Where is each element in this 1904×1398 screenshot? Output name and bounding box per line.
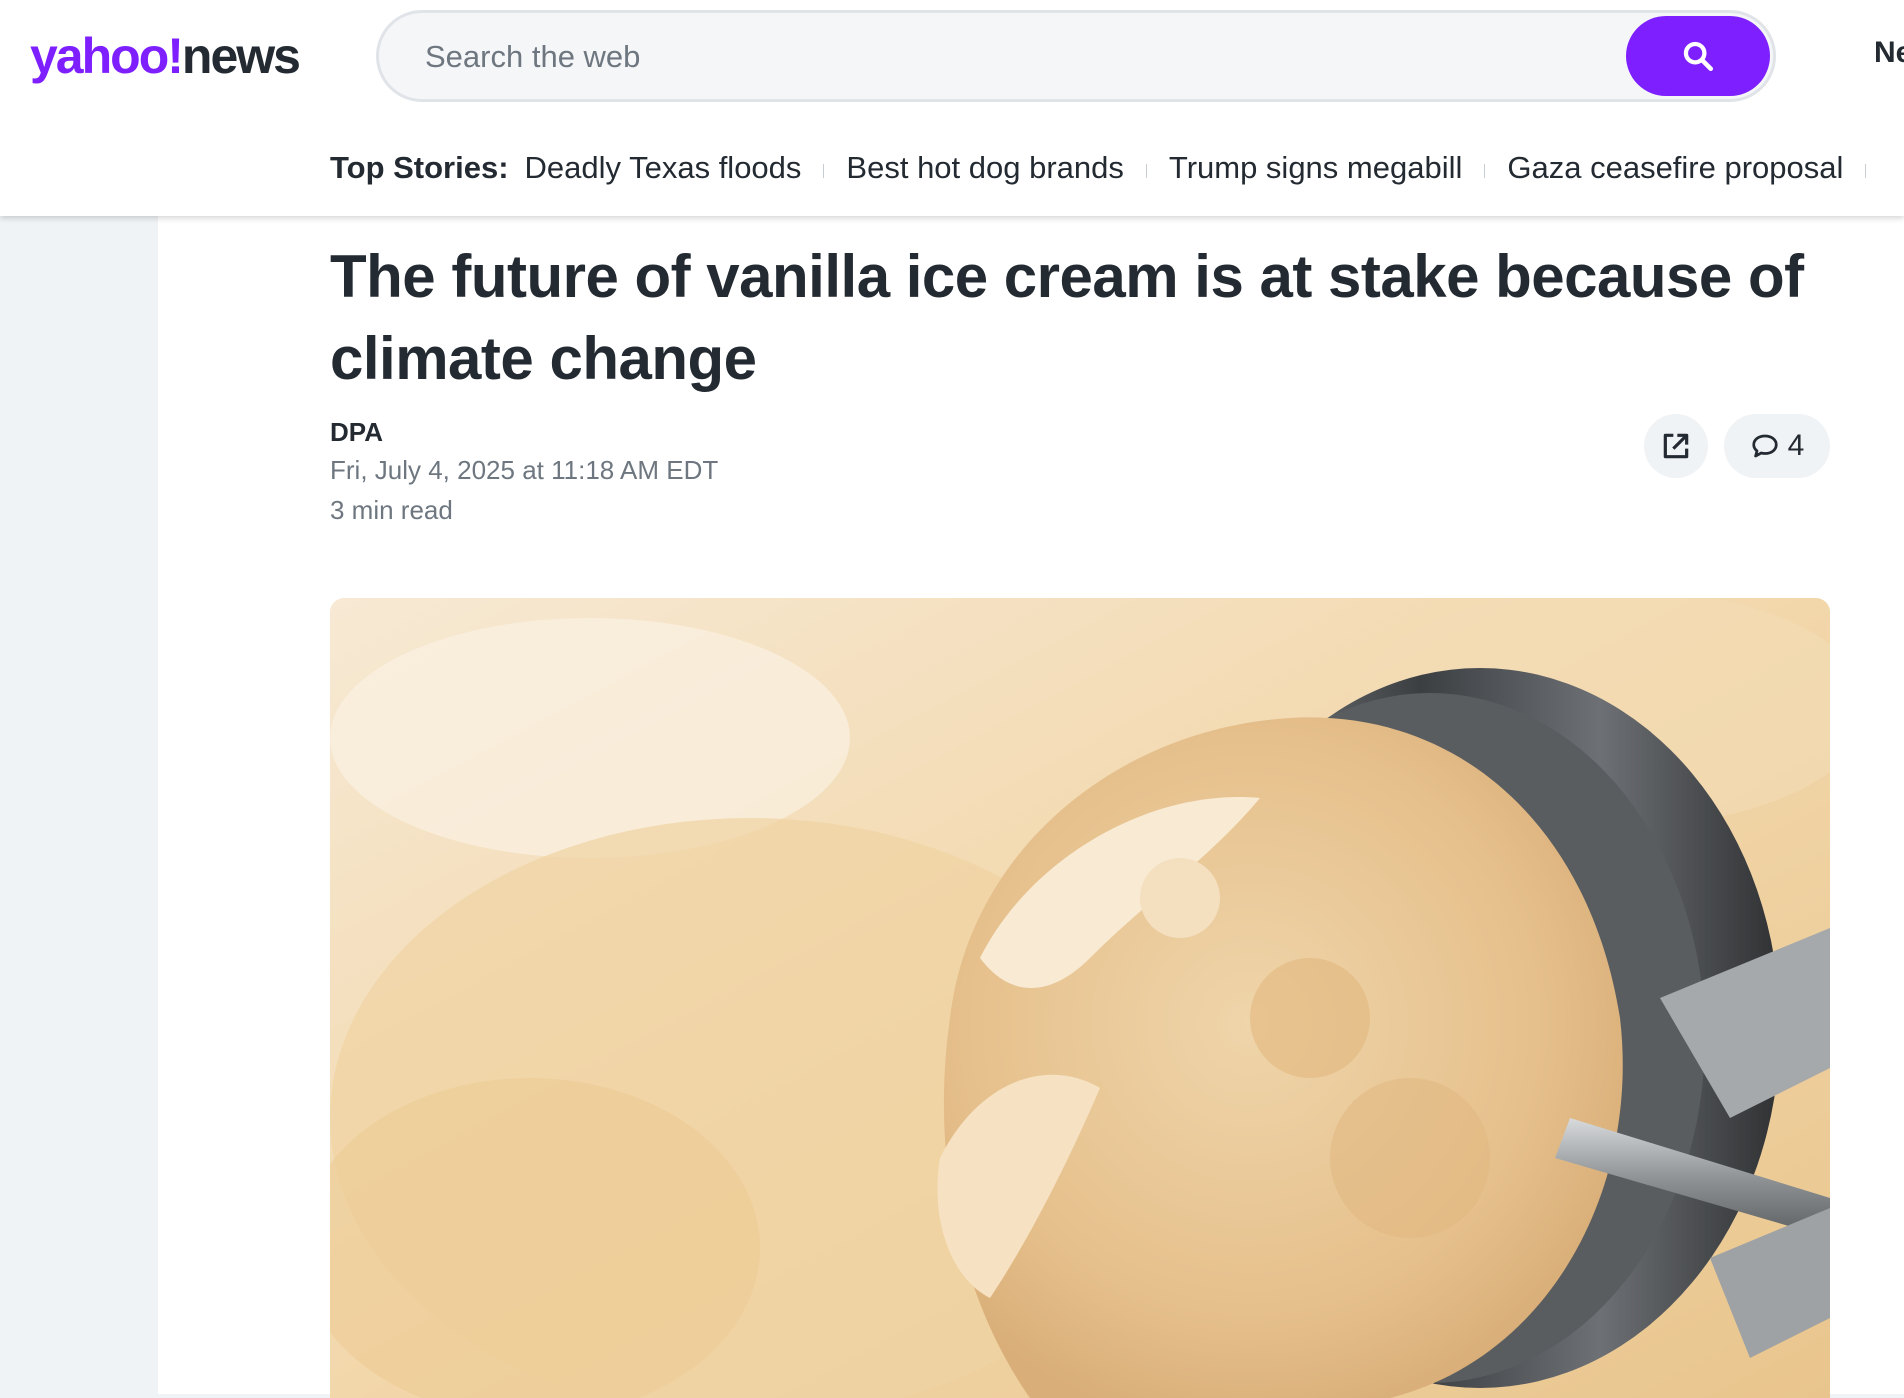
search-input[interactable] bbox=[423, 13, 1577, 101]
site-header: yahoo!news Ne Top Stories: Deadly Texas … bbox=[0, 0, 1904, 216]
divider bbox=[1484, 164, 1486, 178]
search-button[interactable] bbox=[1626, 16, 1770, 96]
article-container: The future of vanilla ice cream is at st… bbox=[158, 216, 1904, 1398]
byline: DPA Fri, July 4, 2025 at 11:18 AM EDT 3 … bbox=[330, 414, 718, 530]
top-story-link[interactable]: Deadly Texas floods bbox=[525, 150, 802, 186]
publish-date: Fri, July 4, 2025 at 11:18 AM EDT bbox=[330, 455, 719, 485]
hero-image[interactable] bbox=[330, 598, 1830, 1398]
top-story-link[interactable]: Gaza ceasefire proposal bbox=[1507, 150, 1843, 186]
divider bbox=[1145, 164, 1147, 178]
search-icon bbox=[1683, 41, 1714, 72]
comment-count: 4 bbox=[1787, 429, 1805, 462]
top-stories-bar: Top Stories: Deadly Texas floods Best ho… bbox=[330, 146, 1888, 190]
header-nav-link[interactable]: Ne bbox=[1874, 36, 1904, 70]
logo-brand: yahoo! bbox=[30, 28, 184, 84]
comment-bubble-icon bbox=[1752, 434, 1778, 458]
logo-product: news bbox=[181, 28, 301, 84]
top-story-link[interactable]: Trump signs megabill bbox=[1169, 150, 1462, 186]
top-stories-label: Top Stories: bbox=[330, 150, 509, 185]
article-title: The future of vanilla ice cream is at st… bbox=[330, 243, 1804, 392]
yahoo-news-logo[interactable]: yahoo!news bbox=[30, 26, 301, 86]
share-button[interactable] bbox=[1644, 414, 1708, 478]
top-story-link[interactable]: Best hot dog brands bbox=[846, 150, 1123, 186]
article-author[interactable]: DPA bbox=[330, 414, 718, 450]
left-rail bbox=[0, 216, 158, 1394]
search-bar bbox=[376, 10, 1776, 102]
divider bbox=[1865, 164, 1867, 178]
divider bbox=[823, 164, 825, 178]
read-time: 3 min read bbox=[330, 495, 453, 525]
external-share-icon bbox=[1663, 433, 1689, 459]
comments-button[interactable]: 4 bbox=[1724, 414, 1830, 478]
ice-cream-photo bbox=[330, 598, 1830, 1398]
